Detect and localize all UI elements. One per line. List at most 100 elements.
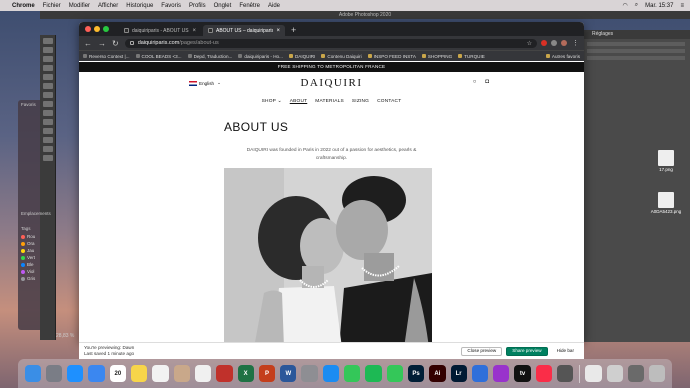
preview-doc-icon[interactable]	[585, 365, 602, 382]
brush-tool-icon[interactable]	[42, 83, 53, 89]
launchpad-icon[interactable]	[45, 365, 63, 382]
nav-shop[interactable]: SHOP ⌄	[262, 99, 282, 104]
tag-yellow[interactable]: Jau	[18, 247, 40, 254]
control-center-icon[interactable]: ≡	[680, 3, 684, 9]
profile-avatar[interactable]	[561, 40, 567, 46]
tag-gray[interactable]: Gris	[18, 275, 40, 282]
illustrator-icon[interactable]: Ai	[429, 365, 446, 382]
bookmark-deepl[interactable]: Depd, Traduction...	[187, 54, 232, 59]
keynote-icon[interactable]	[471, 365, 489, 382]
close-tab-icon[interactable]: ×	[192, 28, 196, 34]
menu-item-view[interactable]: Afficher	[98, 3, 118, 9]
menu-item-file[interactable]: Fichier	[43, 3, 61, 9]
cart-icon[interactable]: ◘	[485, 79, 489, 85]
menu-item-history[interactable]: Historique	[126, 3, 153, 9]
close-window-button[interactable]	[85, 26, 91, 32]
address-bar[interactable]: daiquiriparis.com/pages/about-us ☆	[124, 38, 537, 48]
zoom-window-button[interactable]	[103, 26, 109, 32]
trash-icon[interactable]	[649, 365, 666, 382]
powerpoint-icon[interactable]: P	[258, 365, 276, 382]
adjustments-panel-header[interactable]: Réglages	[582, 30, 690, 39]
bookmark-folder-shopping[interactable]: SHOPPING	[421, 54, 452, 59]
forward-icon[interactable]: →	[98, 39, 106, 48]
spotify-icon[interactable]	[365, 365, 382, 382]
site-logo[interactable]: DAIQUIRI	[79, 77, 584, 89]
share-preview-button[interactable]: Share preview	[506, 346, 548, 356]
menu-item-bookmarks[interactable]: Favoris	[161, 3, 181, 9]
tag-orange[interactable]: Ora	[18, 240, 40, 247]
pen-tool-icon[interactable]	[42, 119, 53, 125]
gradient-tool-icon[interactable]	[42, 110, 53, 116]
extensions-puzzle-icon[interactable]	[551, 40, 557, 46]
music-icon[interactable]	[535, 365, 552, 382]
bluetooth-screen-icon[interactable]	[556, 365, 574, 382]
nav-sizing[interactable]: SIZING	[352, 99, 369, 104]
image-doc-icon[interactable]	[606, 365, 623, 382]
close-preview-button[interactable]: Close preview	[461, 346, 503, 356]
word-icon[interactable]: W	[280, 365, 297, 382]
preferences-icon[interactable]	[301, 365, 318, 382]
safari-icon[interactable]	[67, 365, 84, 382]
nav-materials[interactable]: MATERIALS	[315, 99, 344, 104]
crop-tool-icon[interactable]	[42, 65, 53, 71]
marquee-tool-icon[interactable]	[42, 47, 53, 53]
photoshop-icon[interactable]: Ps	[407, 365, 425, 382]
lock-icon[interactable]	[129, 41, 134, 45]
chrome-icon[interactable]	[152, 365, 169, 382]
nav-about[interactable]: ABOUT	[290, 99, 308, 104]
hide-bar-button[interactable]: Hide bar	[551, 346, 579, 356]
minimize-window-button[interactable]	[94, 26, 100, 32]
new-tab-button[interactable]: +	[291, 25, 296, 35]
account-icon[interactable]: ○	[473, 79, 477, 85]
desktop-file[interactable]: 17.png	[646, 150, 686, 172]
menu-item-edit[interactable]: Modifier	[69, 3, 90, 9]
messages-icon[interactable]	[344, 365, 361, 382]
contacts-icon[interactable]	[173, 365, 190, 382]
nav-contact[interactable]: CONTACT	[377, 99, 401, 104]
hand-tool-icon[interactable]	[42, 146, 53, 152]
shape-tool-icon[interactable]	[42, 137, 53, 143]
tv-icon[interactable]: tv	[514, 365, 531, 382]
tab-shopify-admin[interactable]: daiquiriparis - ABOUT US · Sh ×	[119, 25, 201, 36]
text-tool-icon[interactable]	[42, 128, 53, 134]
facetime-icon[interactable]	[386, 365, 403, 382]
menu-item-tab[interactable]: Onglet	[214, 3, 232, 9]
tag-blue[interactable]: Ble	[18, 261, 40, 268]
downloads-icon[interactable]	[627, 365, 645, 382]
eyedropper-tool-icon[interactable]	[42, 74, 53, 80]
tag-green[interactable]: Vert	[18, 254, 40, 261]
desktop-file[interactable]: A0DA5423.png	[646, 192, 686, 214]
bookmark-star-icon[interactable]: ☆	[527, 40, 532, 47]
menu-item-help[interactable]: Aide	[268, 3, 280, 9]
menu-app-name[interactable]: Chrome	[12, 3, 35, 9]
clock[interactable]: Mar. 15:37	[645, 3, 673, 9]
wifi-icon[interactable]: ◠	[623, 2, 628, 9]
search-icon[interactable]: ⌕	[635, 2, 638, 9]
excel-icon[interactable]: X	[237, 365, 254, 382]
bookmark-folder-daiquiri[interactable]: DAIQUIRI	[288, 54, 315, 59]
bookmark-cool-beads[interactable]: COOL BEADS <3...	[135, 54, 182, 59]
lasso-tool-icon[interactable]	[42, 56, 53, 62]
extension-icon[interactable]	[541, 40, 547, 46]
notes-icon[interactable]	[131, 365, 148, 382]
mail-icon[interactable]	[88, 365, 105, 382]
lightroom-icon[interactable]: Lr	[450, 365, 467, 382]
reload-icon[interactable]: ↻	[112, 39, 119, 48]
zoom-tool-icon[interactable]	[42, 155, 53, 161]
bookmark-folder-contenu[interactable]: Contenu Daiquiri	[321, 54, 362, 59]
menu-item-profiles[interactable]: Profils	[189, 3, 206, 9]
app-store-icon[interactable]	[322, 365, 340, 382]
tab-about-us[interactable]: ABOUT US – daiquiriparis ×	[203, 25, 285, 36]
podcasts-icon[interactable]	[493, 365, 510, 382]
move-tool-icon[interactable]	[42, 38, 53, 44]
bookmark-folder-inspo[interactable]: INSPO FEED INSTA	[367, 54, 416, 59]
tag-red[interactable]: Rou	[18, 233, 40, 240]
photo-booth-icon[interactable]	[216, 365, 233, 382]
close-tab-icon[interactable]: ×	[276, 28, 280, 34]
bookmark-reverso[interactable]: Reverso Context |...	[83, 54, 130, 59]
other-bookmarks[interactable]: Autres favoris	[545, 54, 580, 59]
photos-icon[interactable]	[194, 365, 212, 382]
calendar-icon[interactable]: 20	[109, 365, 127, 382]
finder-icon[interactable]	[24, 365, 41, 382]
tag-purple[interactable]: Viol	[18, 268, 40, 275]
